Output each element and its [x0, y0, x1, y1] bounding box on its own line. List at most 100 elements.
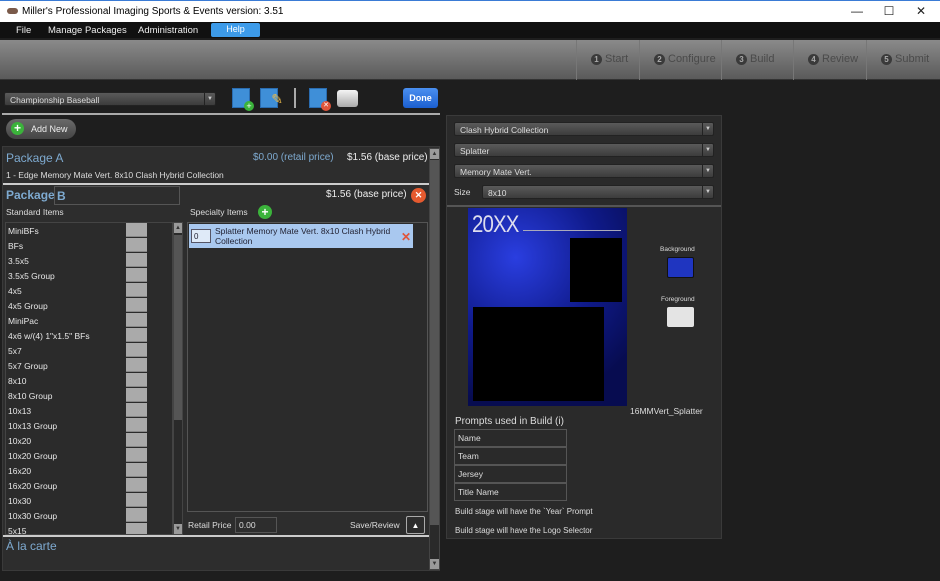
a-la-carte-title: À la carte: [6, 539, 57, 553]
step-label: Submit: [895, 53, 930, 65]
divider: [447, 205, 721, 207]
new-package-icon[interactable]: +: [232, 88, 254, 111]
standard-item-qty-input[interactable]: [126, 328, 147, 342]
menu-help[interactable]: Help: [211, 23, 260, 37]
menu-manage-packages[interactable]: Manage Packages: [48, 24, 127, 37]
app-icon: [7, 8, 18, 14]
standard-item-qty-input[interactable]: [126, 508, 147, 522]
step-number: 5: [881, 54, 892, 65]
retail-price-label: Retail Price: [188, 520, 232, 530]
step-build[interactable]: 3 Build: [721, 40, 793, 80]
standard-item-qty-input[interactable]: [126, 388, 147, 402]
prompt-row: Name: [454, 429, 567, 447]
scrollbar-thumb[interactable]: [430, 160, 439, 525]
chevron-down-icon: ▼: [702, 165, 713, 177]
specialty-item-name: Splatter Memory Mate Vert. 8x10 Clash Hy…: [215, 226, 391, 246]
standard-item-qty-input[interactable]: [126, 418, 147, 432]
close-button[interactable]: ✕: [906, 4, 936, 18]
standard-item: 4x5 Group: [8, 301, 48, 311]
standard-item: 16x20: [8, 466, 32, 476]
divider: [2, 113, 440, 115]
package-name-input[interactable]: B: [54, 186, 180, 205]
standard-item-qty-input[interactable]: [126, 298, 147, 312]
standard-item-qty-input[interactable]: [126, 238, 147, 252]
standard-item-qty-input[interactable]: [126, 313, 147, 327]
standard-item-qty-input[interactable]: [126, 268, 147, 282]
standard-item: 10x13: [8, 406, 32, 416]
standard-item-qty-input[interactable]: [126, 223, 147, 237]
minimize-button[interactable]: —: [842, 4, 872, 18]
save-review-label: Save/Review: [350, 520, 400, 530]
standard-item-qty-input[interactable]: [126, 403, 147, 417]
retail-price-input[interactable]: 0.00: [235, 517, 277, 533]
delete-package-icon[interactable]: ✕: [309, 88, 331, 111]
product-select[interactable]: Memory Mate Vert. ▼: [454, 164, 714, 178]
standard-items-label: Standard Items: [6, 207, 64, 217]
standard-item-qty-input[interactable]: [126, 463, 147, 477]
chevron-down-icon: ▼: [702, 123, 713, 135]
standard-item-qty-input[interactable]: [126, 478, 147, 492]
logo-selector-note: Build stage will have the Logo Selector: [455, 526, 593, 535]
standard-item: 5x7 Group: [8, 361, 48, 371]
step-submit[interactable]: 5 Submit: [866, 40, 940, 80]
step-review[interactable]: 4 Review: [793, 40, 866, 80]
standard-item: 3.5x5: [8, 256, 29, 266]
background-label: Background: [660, 246, 695, 253]
scroll-down-icon[interactable]: ▼: [430, 559, 439, 569]
package-select[interactable]: Championship Baseball ▼: [4, 92, 216, 106]
edit-package-icon[interactable]: ✎: [260, 88, 283, 108]
standard-item-qty-input[interactable]: [126, 433, 147, 447]
specialty-item[interactable]: 0 Splatter Memory Mate Vert. 8x10 Clash …: [189, 224, 413, 248]
title-bar: Miller's Professional Imaging Sports & E…: [0, 0, 940, 22]
done-button[interactable]: Done: [403, 88, 438, 108]
add-specialty-item-icon[interactable]: +: [258, 205, 272, 219]
standard-item-qty-input[interactable]: [126, 283, 147, 297]
scroll-up-icon[interactable]: ▲: [174, 223, 182, 233]
standard-item-qty-input[interactable]: [126, 523, 147, 534]
standard-item-qty-input[interactable]: [126, 493, 147, 507]
standard-item: 5x7: [8, 346, 22, 356]
standard-item-qty-input[interactable]: [126, 358, 147, 372]
prompts-title: Prompts used in Build (i): [455, 416, 564, 427]
background-color-swatch[interactable]: [667, 257, 694, 278]
standard-item: 10x20 Group: [8, 451, 58, 461]
standard-item-qty-input[interactable]: [126, 253, 147, 267]
package-b-title: Package: [6, 188, 55, 202]
standard-item: 8x10 Group: [8, 391, 53, 401]
print-icon[interactable]: [337, 90, 358, 107]
maximize-button[interactable]: ☐: [874, 4, 904, 18]
add-new-button[interactable]: + Add New: [6, 119, 76, 139]
add-new-label: Add New: [31, 124, 68, 134]
standard-item-qty-input[interactable]: [126, 373, 147, 387]
step-start[interactable]: 1 Start: [576, 40, 639, 80]
remove-item-icon[interactable]: ✕: [401, 230, 411, 244]
scroll-down-icon[interactable]: ▼: [174, 524, 182, 534]
scroll-up-icon[interactable]: ▲: [430, 149, 439, 159]
standard-item: MiniBFs: [8, 226, 39, 236]
collection-select[interactable]: Clash Hybrid Collection ▼: [454, 122, 714, 136]
foreground-color-swatch[interactable]: [667, 307, 694, 327]
menu-file[interactable]: File: [16, 24, 31, 37]
package-b-base-price: $1.56 (base price): [326, 189, 407, 200]
standard-item: 4x5: [8, 286, 22, 296]
specialty-qty-input[interactable]: 0: [191, 229, 211, 243]
menu-administration[interactable]: Administration: [138, 24, 198, 37]
standard-item-qty-input[interactable]: [126, 343, 147, 357]
prompts-table: Name Team Jersey Title Name: [454, 429, 567, 501]
specialty-items-label: Specialty Items: [190, 207, 248, 217]
chevron-down-icon: ▼: [702, 144, 713, 156]
packages-scrollbar[interactable]: ▲ ▼: [429, 148, 440, 570]
step-configure[interactable]: 2 Configure: [639, 40, 721, 80]
size-select[interactable]: 8x10 ▼: [482, 185, 714, 199]
standard-items-scrollbar[interactable]: ▲ ▼: [173, 222, 183, 535]
standard-item: 10x30 Group: [8, 511, 58, 521]
plus-icon: +: [11, 122, 24, 135]
standard-item: MiniPac: [8, 316, 39, 326]
standard-item-qty-input[interactable]: [126, 448, 147, 462]
standard-item: 16x20 Group: [8, 481, 58, 491]
remove-package-icon[interactable]: ✕: [411, 188, 426, 203]
save-review-button[interactable]: ▲: [406, 516, 425, 534]
menu-bar: File Manage Packages Administration Help: [0, 22, 940, 38]
style-select[interactable]: Splatter ▼: [454, 143, 714, 157]
scrollbar-thumb[interactable]: [174, 235, 182, 420]
